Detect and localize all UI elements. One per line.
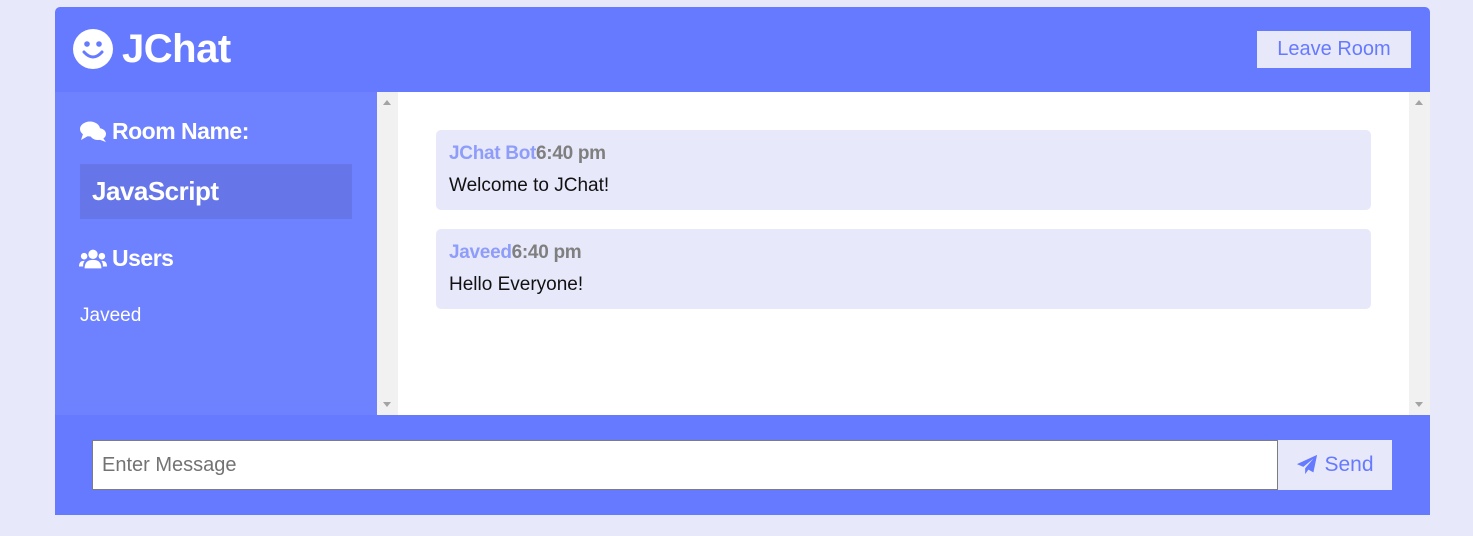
comments-icon — [80, 121, 106, 142]
right-scrollbar[interactable] — [1409, 92, 1430, 415]
message-text: Hello Everyone! — [449, 274, 584, 295]
send-button-label: Send — [1324, 453, 1374, 476]
paper-plane-icon — [1297, 454, 1318, 475]
left-scrollbar[interactable] — [377, 92, 398, 415]
smile-icon — [73, 29, 113, 69]
message-composer: Send — [55, 415, 1430, 515]
room-name-heading-label: Room Name: — [112, 118, 249, 144]
chat-messages-panel[interactable]: JChat Bot6:40 pm Welcome to JChat! Javee… — [377, 92, 1430, 415]
room-name-value: JavaScript — [80, 164, 352, 219]
users-list: Javeed — [80, 304, 141, 328]
room-name-heading: Room Name: — [79, 118, 249, 145]
message: Javeed6:40 pm Hello Everyone! — [436, 229, 1371, 309]
users-heading: Users — [79, 245, 174, 272]
send-button[interactable]: Send — [1278, 440, 1392, 490]
users-icon — [79, 249, 107, 268]
message: JChat Bot6:40 pm Welcome to JChat! — [436, 130, 1371, 210]
scroll-up-arrow-icon[interactable] — [383, 100, 391, 105]
scroll-down-arrow-icon[interactable] — [1415, 402, 1423, 407]
scroll-down-arrow-icon[interactable] — [383, 402, 391, 407]
message-meta: Javeed6:40 pm — [449, 242, 582, 264]
app-header: JChat Leave Room — [55, 7, 1430, 92]
message-username: JChat Bot — [449, 143, 537, 164]
leave-room-button[interactable]: Leave Room — [1257, 31, 1411, 68]
app-title: JChat — [122, 27, 231, 71]
message-username: Javeed — [449, 242, 512, 263]
scroll-up-arrow-icon[interactable] — [1415, 100, 1423, 105]
message-text: Welcome to JChat! — [449, 175, 610, 196]
message-time: 6:40 pm — [511, 242, 582, 263]
user-item: Javeed — [80, 305, 142, 326]
logo: JChat — [73, 26, 231, 72]
users-heading-label: Users — [112, 245, 174, 271]
chat-app: JChat Leave Room Room Name: JavaScript U… — [55, 7, 1430, 515]
sidebar: Room Name: JavaScript Users Javeed — [55, 92, 377, 415]
message-time: 6:40 pm — [536, 143, 606, 164]
message-input[interactable] — [92, 440, 1278, 490]
message-meta: JChat Bot6:40 pm — [449, 143, 606, 165]
